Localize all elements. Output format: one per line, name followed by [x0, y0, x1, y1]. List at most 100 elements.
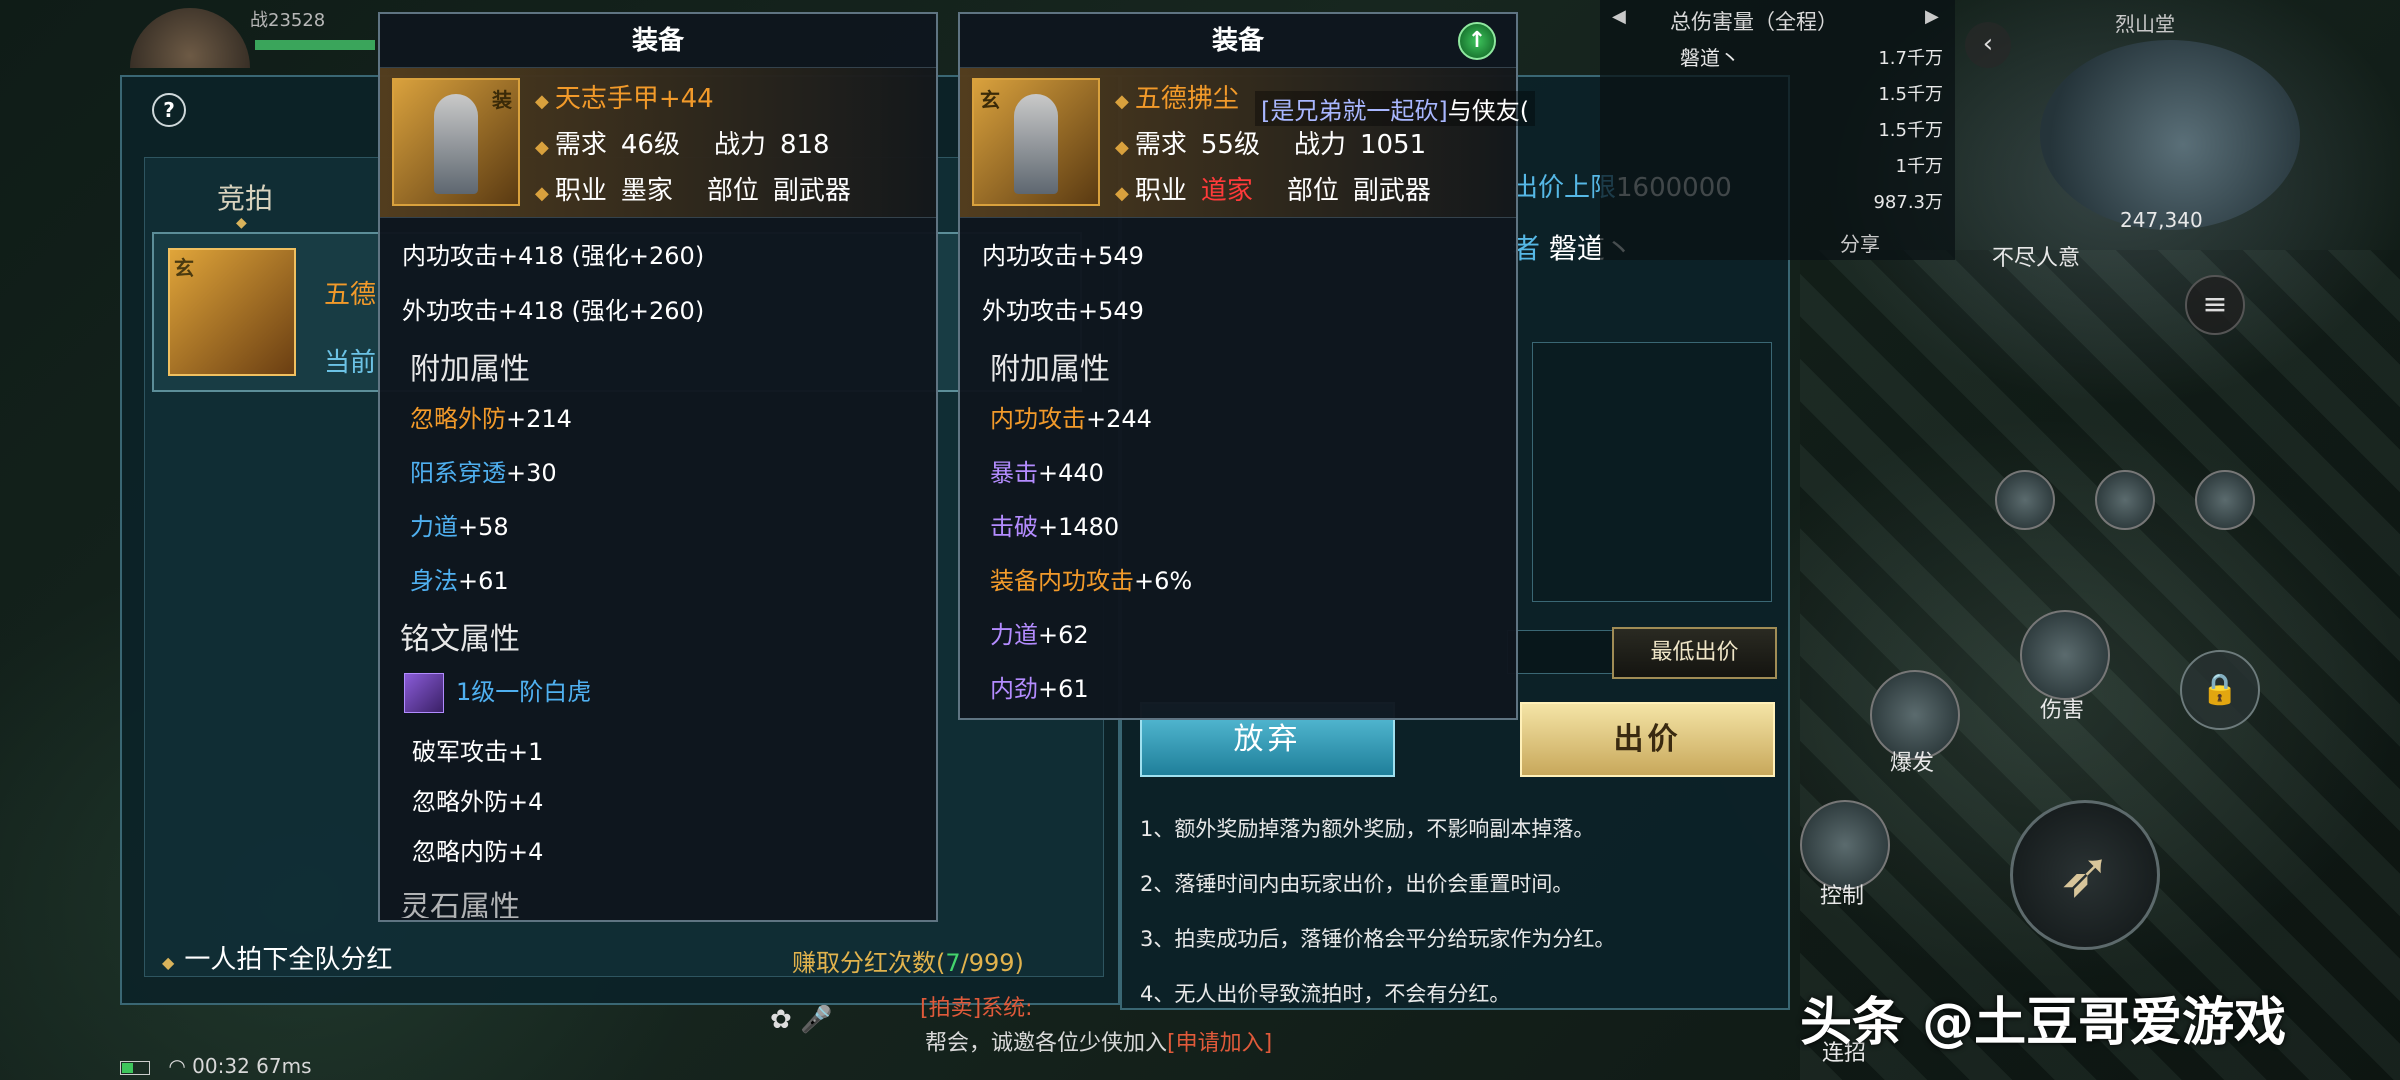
bid-amount-input[interactable] [1507, 630, 1627, 674]
extra-attr: 暴击+440 [990, 459, 1104, 487]
slot-label: 部位 [1286, 176, 1339, 206]
skill-slot-2[interactable] [2095, 470, 2155, 530]
bid-button[interactable]: 出价 [1520, 702, 1775, 777]
tooltip-title: 装备 [960, 14, 1516, 68]
skill-slot-3[interactable] [2195, 470, 2255, 530]
help-button[interactable]: ? [152, 93, 186, 127]
clock: 00:32 [192, 1054, 250, 1078]
tab-bidding[interactable]: 竞拍 [217, 177, 273, 217]
inscription-stat: 忽略外防+4 [412, 788, 544, 816]
base-stat: 外功攻击+549 [982, 297, 1144, 325]
tooltip-header: 装 ◆ 天志手甲+44 ◆ 需求 46级 战力 818 ◆ 职业 墨家 部位 副武器 [380, 68, 936, 218]
chat-system-line: [拍卖]系统: [920, 996, 1033, 1021]
base-stat: 内功攻击+549 [982, 242, 1144, 270]
tab-active-marker: ◆ [236, 215, 247, 231]
slot-value: 副武器 [1352, 176, 1431, 206]
inscription-stat: 破军攻击+1 [412, 738, 544, 766]
extra-attr: 装备内功攻击+6% [990, 567, 1193, 595]
settings-icon[interactable]: ✿ [770, 1005, 792, 1035]
skill-control[interactable] [1800, 800, 1890, 890]
rule-item: 2、落锤时间内由玩家出价，出价会重置时间。 [1140, 872, 1574, 896]
req-value: 55级 [1200, 130, 1260, 160]
chevron-left-icon[interactable]: ◀ [1612, 6, 1626, 27]
watermark: 头条 @土豆哥爱游戏 [1800, 993, 2287, 1053]
lock-icon[interactable]: 🔒 [2180, 650, 2260, 730]
inscription-title: 铭文属性 [400, 622, 520, 657]
damage-value: 1.5千万 [1878, 120, 1943, 141]
rule-item: 4、无人出价导致流拍时，不会有分红。 [1140, 982, 1511, 1006]
gauntlet-icon: 装 [392, 78, 520, 206]
extra-attr: 力道+58 [410, 513, 509, 541]
inscription-gem-icon [404, 673, 444, 713]
team-bonus-label: 一人拍下全队分红 [184, 945, 393, 975]
upgrade-arrow-icon: ↑ [1458, 22, 1496, 60]
minimap[interactable] [2040, 40, 2300, 230]
item-req-line: ◆ 需求 55级 战力 1051 [1115, 124, 1426, 161]
extra-attr-title: 附加属性 [410, 352, 530, 387]
hp-bar [255, 40, 375, 50]
mic-icon[interactable]: 🎤 [800, 1005, 832, 1035]
chat-icons[interactable]: ✿ 🎤 [770, 1005, 832, 1035]
extra-attr-title: 附加属性 [990, 352, 1110, 387]
extra-attr: 内劲+61 [990, 675, 1089, 703]
class-value: 墨家 [620, 176, 673, 206]
map-name: 烈山堂 [2115, 12, 2175, 36]
bonus-count-current: 7 [945, 949, 961, 977]
chat-link-suffix: 与侠友( [1447, 97, 1530, 125]
share-button[interactable]: 分享 [1840, 228, 1880, 257]
skill-control-label: 控制 [1820, 884, 1865, 909]
chat-link[interactable]: [是兄弟就一起砍] [1261, 97, 1448, 125]
base-stat: 外功攻击+418 (强化+260) [402, 297, 705, 325]
item-name-line: ◆ 天志手甲+44 [535, 78, 714, 115]
min-bid-button[interactable]: 最低出价 [1612, 627, 1777, 679]
class-label: 职业 [554, 176, 607, 206]
extra-attr: 内功攻击+244 [990, 405, 1152, 433]
damage-value: 1.5千万 [1878, 84, 1943, 105]
bullet-icon: ◆ [535, 91, 549, 112]
req-label: 需求 [554, 130, 607, 160]
bonus-count-total: /999) [960, 949, 1024, 977]
class-label: 职业 [1134, 176, 1187, 206]
ping: 67ms [256, 1054, 312, 1078]
slot-value: 副武器 [772, 176, 851, 206]
damage-top-player: 磐道丶 [1680, 46, 1740, 70]
inscription-name: 1级一阶白虎 [456, 678, 592, 706]
bid-history-list[interactable] [1532, 342, 1772, 602]
slot-label: 部位 [706, 176, 759, 206]
damage-panel[interactable]: ◀ 总伤害量（全程） ▶ 磐道丶 1.7千万 1.5千万 1.5千万 1千万 9… [1600, 0, 1955, 260]
current-bid-label: 当前 [324, 348, 377, 378]
damage-value: 1.7千万 [1878, 48, 1943, 69]
rule-item: 3、拍卖成功后，落锤价格会平分给玩家作为分红。 [1140, 927, 1616, 951]
chat-link-text[interactable]: [是兄弟就一起砍]与侠友( [1255, 91, 1536, 126]
status-bar: ◠ 00:32 67ms [120, 1054, 312, 1078]
apply-join-link[interactable]: [申请加入] [1167, 1031, 1272, 1056]
gauntlet-shape [434, 94, 478, 194]
wifi-icon: ◠ [168, 1054, 186, 1078]
buff-name: 不尽人意 [1992, 246, 2081, 271]
chat-message-text: 帮会，诚邀各位少侠加入 [925, 1031, 1168, 1056]
bullet-icon: ◆ [1115, 183, 1129, 204]
menu-icon[interactable]: ≡ [2185, 275, 2245, 335]
chevron-right-icon[interactable]: ▶ [1925, 6, 1939, 27]
back-icon[interactable]: ‹ [1965, 22, 2011, 68]
bullet-icon: ◆ [1115, 137, 1129, 158]
damage-title: 总伤害量（全程） [1670, 10, 1838, 34]
bullet-icon: ◆ [535, 183, 549, 204]
skill-damage[interactable] [2020, 610, 2110, 700]
bow-attack-icon[interactable]: ➶ [2010, 800, 2160, 950]
item-class-line: ◆ 职业 道家 部位 副武器 [1115, 170, 1431, 207]
skill-slot-1[interactable] [1995, 470, 2055, 530]
base-stat: 内功攻击+418 (强化+260) [402, 242, 705, 270]
whisk-shape [1014, 94, 1058, 194]
quality-badge: 玄 [980, 88, 1000, 112]
item-class-line: ◆ 职业 墨家 部位 副武器 [535, 170, 851, 207]
bullet-icon: ◆ [535, 137, 549, 158]
equipped-badge: 装 [492, 88, 512, 112]
item-name-line: ◆ 五德拂尘 [1115, 78, 1239, 115]
req-label: 需求 [1134, 130, 1187, 160]
inscription-row: 1级一阶白虎 [404, 672, 591, 713]
battery-icon [120, 1060, 150, 1075]
chat-message[interactable]: 帮会，诚邀各位少侠加入[申请加入] [925, 1025, 1272, 1057]
req-value: 46级 [620, 130, 680, 160]
bonus-count-label: 赚取分红次数( [792, 949, 946, 977]
